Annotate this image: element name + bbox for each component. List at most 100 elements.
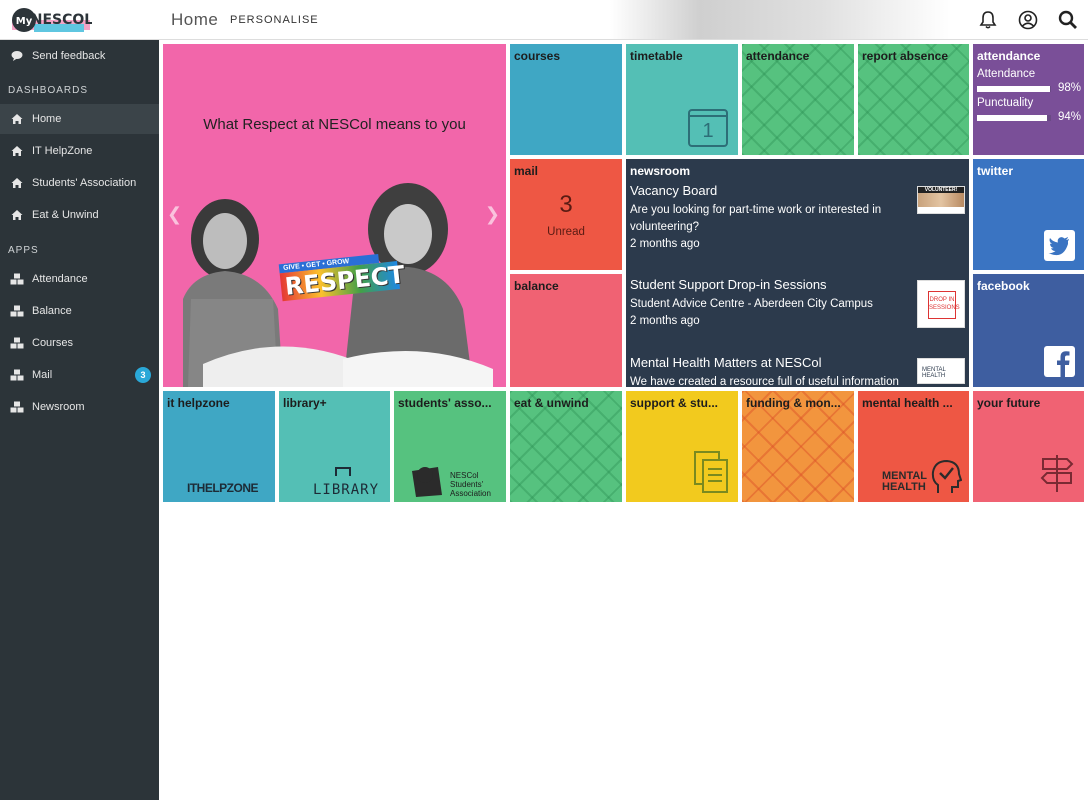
it-helpzone-logo: ITHELPZONE	[187, 481, 259, 495]
tile-library[interactable]: library+ LIBRARY	[279, 391, 390, 502]
sidebar-item-label: Mail	[32, 369, 53, 381]
news-thumbnail: MENTAL HEALTH	[917, 358, 965, 384]
tile-label: funding & mon...	[746, 396, 841, 410]
punctuality-bar-fill	[977, 115, 1047, 121]
students-association-logo-text: NESCol Students' Association	[450, 471, 491, 498]
tile-funding[interactable]: funding & mon...	[742, 391, 854, 502]
tile-twitter[interactable]: twitter	[973, 159, 1084, 270]
twitter-icon	[1044, 230, 1075, 261]
tile-report-absence[interactable]: report absence	[858, 44, 969, 155]
sidebar-item-it-helpzone[interactable]: IT HelpZone	[0, 136, 159, 166]
user-icon[interactable]	[1018, 10, 1038, 30]
mental-health-logo-text: MENTAL HEALTH	[882, 471, 927, 493]
library-roof-icon	[335, 467, 351, 476]
sidebar-item-label: Courses	[32, 337, 73, 349]
logo-line: Students'	[450, 480, 484, 489]
tile-it-helpzone[interactable]: it helpzone ITHELPZONE	[163, 391, 275, 502]
sidebar-item-label: Eat & Unwind	[32, 209, 99, 221]
home-icon	[10, 208, 24, 222]
sidebar-item-label: Attendance	[32, 273, 88, 285]
home-icon	[10, 112, 24, 126]
tile-label: balance	[514, 279, 559, 293]
carousel-next-arrow[interactable]: ❯	[485, 204, 500, 225]
facebook-icon	[1044, 346, 1075, 377]
tile-label: support & stu...	[630, 396, 718, 410]
tile-mental-health[interactable]: mental health ... MENTAL HEALTH	[858, 391, 969, 502]
home-icon	[10, 176, 24, 190]
news-item[interactable]: Mental Health Matters at NESCol We have …	[630, 355, 920, 387]
punctuality-stat: Punctuality 94%	[977, 97, 1081, 123]
logo-line: HEALTH	[882, 481, 926, 493]
students-association-logo-icon	[412, 467, 442, 497]
hero-title: What Respect at NESCol means to you	[203, 116, 466, 133]
news-subtitle: We have created a resource full of usefu…	[630, 376, 899, 387]
news-title: Mental Health Matters at NESCol	[630, 355, 822, 370]
sidebar-item-label: Home	[32, 113, 62, 125]
news-subtitle: Student Advice Centre - Aberdeen City Ca…	[630, 298, 873, 310]
nescol-logo[interactable]: My NESCOL	[10, 4, 92, 36]
stat-value: 94%	[1057, 111, 1081, 123]
news-title: Vacancy Board	[630, 183, 718, 198]
cubes-icon	[10, 336, 24, 350]
bell-icon[interactable]	[978, 10, 998, 30]
tile-eat-unwind[interactable]: eat & unwind	[510, 391, 622, 502]
sidebar: Send feedback DASHBOARDS Home IT HelpZon…	[0, 40, 159, 800]
attendance-stat: Attendance 98%	[977, 68, 1081, 94]
send-feedback-button[interactable]: Send feedback	[0, 41, 159, 71]
tile-label: your future	[977, 396, 1041, 410]
tile-label: courses	[514, 49, 561, 63]
attendance-bar-fill	[977, 86, 1050, 92]
stat-value: 98%	[1057, 82, 1081, 94]
sidebar-item-eat-unwind[interactable]: Eat & Unwind	[0, 200, 159, 230]
tile-attendance-widget[interactable]: attendance Attendance 98% Punctuality 94…	[973, 44, 1084, 155]
send-feedback-label: Send feedback	[32, 50, 106, 62]
carousel-prev-arrow[interactable]: ❮	[167, 204, 182, 225]
tile-timetable[interactable]: timetable 1	[626, 44, 738, 155]
tile-courses[interactable]: courses	[510, 44, 622, 155]
apps-heading: APPS	[8, 245, 39, 256]
logo-line: NESCol	[450, 471, 479, 480]
tile-your-future[interactable]: your future	[973, 391, 1084, 502]
sidebar-item-newsroom[interactable]: Newsroom	[0, 392, 159, 422]
tile-mail[interactable]: mail 3 Unread	[510, 159, 622, 270]
news-subtitle: Are you looking for part-time work or in…	[630, 204, 882, 233]
sidebar-item-label: IT HelpZone	[32, 145, 93, 157]
news-thumbnail: DROP IN SESSIONS	[917, 280, 965, 328]
news-item[interactable]: Vacancy Board Are you looking for part-t…	[630, 183, 920, 253]
tile-newsroom[interactable]: newsroom Vacancy Board Are you looking f…	[626, 159, 969, 387]
sidebar-item-mail[interactable]: Mail 3	[0, 360, 159, 390]
tile-students-association[interactable]: students' asso... NESCol Students' Assoc…	[394, 391, 506, 502]
tile-balance[interactable]: balance	[510, 274, 622, 387]
tile-facebook[interactable]: facebook	[973, 274, 1084, 387]
cubes-icon	[10, 272, 24, 286]
tile-support[interactable]: support & stu...	[626, 391, 738, 502]
personalise-link[interactable]: PERSONALISE	[230, 14, 319, 26]
tile-attendance[interactable]: attendance	[742, 44, 854, 155]
top-header: My NESCOL Home PERSONALISE	[0, 0, 1088, 40]
news-age: 2 months ago	[630, 315, 700, 327]
cubes-icon	[10, 368, 24, 382]
tile-label: eat & unwind	[514, 396, 589, 410]
search-icon[interactable]	[1058, 10, 1078, 30]
tile-label: newsroom	[630, 164, 691, 178]
thumb-text: MENTAL HEALTH	[922, 367, 946, 379]
punctuality-bar	[977, 115, 1051, 121]
sidebar-item-courses[interactable]: Courses	[0, 328, 159, 358]
sidebar-item-label: Newsroom	[32, 401, 85, 413]
sidebar-item-home[interactable]: Home	[0, 104, 159, 134]
head-check-icon	[931, 459, 962, 493]
tile-label: attendance	[977, 49, 1041, 63]
mail-count-badge: 3	[135, 367, 151, 383]
tile-label: it helpzone	[167, 396, 230, 410]
sidebar-item-balance[interactable]: Balance	[0, 296, 159, 326]
page-title: Home	[171, 10, 219, 29]
svg-text:NESCOL: NESCOL	[31, 12, 92, 28]
cubes-icon	[10, 400, 24, 414]
sidebar-item-students-association[interactable]: Students' Association	[0, 168, 159, 198]
tile-label: mail	[514, 164, 539, 178]
logo-line: Association	[450, 489, 491, 498]
thumb-text: DROP IN SESSIONS	[928, 291, 960, 319]
sidebar-item-attendance[interactable]: Attendance	[0, 264, 159, 294]
hero-carousel[interactable]: What Respect at NESCol means to you GIVE…	[163, 44, 506, 387]
news-item[interactable]: Student Support Drop-in Sessions Student…	[630, 277, 920, 330]
